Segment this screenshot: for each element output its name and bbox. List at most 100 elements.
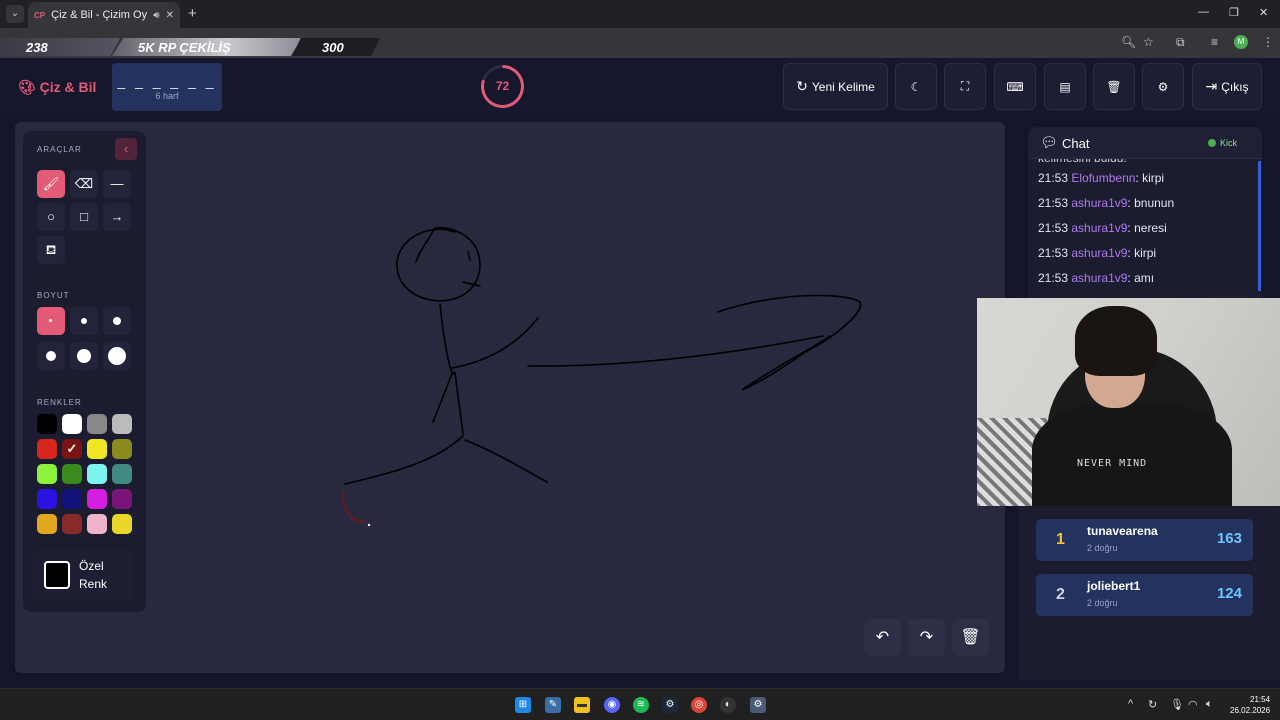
size-4-button[interactable] — [37, 342, 65, 370]
color-swatch[interactable] — [37, 514, 57, 534]
color-swatch[interactable] — [37, 464, 57, 484]
bookmark-star-icon[interactable]: ☆ — [1143, 35, 1154, 49]
color-swatch[interactable] — [62, 414, 82, 434]
dark-mode-button[interactable]: ☾ — [895, 63, 937, 110]
new-tab-button[interactable]: + — [188, 5, 197, 22]
wifi-icon[interactable]: ◠ — [1188, 698, 1198, 711]
tray-sync-icon[interactable]: ↻ — [1148, 698, 1157, 711]
stroke-leg-left — [344, 435, 464, 485]
steam-icon[interactable]: ⚙︎ — [662, 697, 678, 713]
browser-tab[interactable]: CP Çiz & Bil - Çizim Oyunu 🔊︎ ✕ — [28, 2, 180, 28]
volume-icon[interactable]: 🔈︎ — [1206, 698, 1213, 711]
chat-username[interactable]: ashura1v9 — [1071, 196, 1127, 210]
tab-close-icon[interactable]: ✕ — [166, 10, 174, 21]
collapse-panel-button[interactable]: ‹ — [115, 138, 137, 160]
color-swatch[interactable] — [37, 489, 57, 509]
speaker-icon[interactable]: 🔊︎ — [153, 10, 159, 21]
discord-icon[interactable]: ◉ — [604, 697, 620, 713]
size-2-button[interactable] — [70, 307, 98, 335]
color-swatch[interactable] — [62, 489, 82, 509]
arrow-tool-button[interactable]: → — [103, 203, 131, 231]
fullscreen-button[interactable]: ⛶ — [944, 63, 986, 110]
browser-tab-bar: ⌄ CP Çiz & Bil - Çizim Oyunu 🔊︎ ✕ + — ❐ … — [0, 0, 1280, 28]
chat-messages[interactable]: kelimesini buldu! 21:53 Elofumbenn: kirp… — [1038, 151, 1258, 296]
fullscreen-icon: ⛶ — [960, 79, 970, 93]
overlay-left-value: 238 — [26, 40, 48, 55]
chat-username[interactable]: ashura1v9 — [1071, 246, 1127, 260]
color-swatch[interactable] — [87, 464, 107, 484]
undo-button[interactable]: ↶ — [864, 619, 901, 656]
tray-chevron-icon[interactable]: ^ — [1128, 698, 1133, 710]
color-swatch[interactable] — [112, 489, 132, 509]
reading-list-icon[interactable]: ≡ — [1211, 35, 1218, 49]
delete-button[interactable]: 🗑︎ — [1093, 63, 1135, 110]
color-swatch[interactable] — [87, 414, 107, 434]
eraser-tool-button[interactable]: ⌫ — [70, 170, 98, 198]
custom-color-picker[interactable]: Özel Renk — [33, 549, 133, 601]
stroke-arm-left — [432, 373, 453, 423]
brush-tool-button[interactable]: 🖌︎ — [37, 170, 65, 198]
tab-list-button[interactable]: ⌄ — [6, 5, 24, 23]
chat-time: 21:53 — [1038, 271, 1069, 285]
redo-button[interactable]: ↷ — [908, 619, 945, 656]
color-swatch[interactable] — [37, 414, 57, 434]
circle-tool-button[interactable]: ○ — [37, 203, 65, 231]
zoom-icon[interactable]: 🔍︎ — [1121, 35, 1136, 49]
gear-icon: ⚙︎ — [1157, 79, 1169, 94]
size-6-button[interactable] — [103, 342, 131, 370]
restore-icon[interactable]: ❐ — [1229, 6, 1239, 19]
color-swatch[interactable] — [62, 514, 82, 534]
browser-menu-icon[interactable]: ⋮ — [1262, 35, 1274, 49]
color-swatch[interactable] — [112, 514, 132, 534]
chat-text: : kirpi — [1127, 246, 1157, 260]
file-explorer-icon[interactable]: ▬ — [574, 697, 590, 713]
color-swatch[interactable] — [112, 439, 132, 459]
leaderboard-rank: 2 — [1056, 586, 1065, 603]
spotify-icon[interactable]: ≋ — [633, 697, 649, 713]
chat-scrollbar[interactable] — [1258, 161, 1261, 291]
rectangle-tool-button[interactable]: □ — [70, 203, 98, 231]
clear-canvas-button[interactable]: 🗑︎ — [952, 619, 989, 656]
fill-tool-button[interactable]: ⛾ — [37, 236, 65, 264]
color-swatch[interactable] — [112, 464, 132, 484]
color-swatch[interactable] — [37, 439, 57, 459]
chrome-icon[interactable]: ◎ — [691, 697, 707, 713]
brand-logo[interactable]: 🎨︎ Çiz & Bil — [18, 79, 96, 96]
taskbar-clock[interactable]: 21:54 26.02.2026 — [1230, 694, 1270, 716]
logout-button[interactable]: ⇥ Çıkış — [1192, 63, 1262, 110]
color-swatch[interactable]: ✓ — [62, 439, 82, 459]
chat-username[interactable]: Elofumbenn — [1071, 171, 1135, 185]
size-3-button[interactable] — [103, 307, 131, 335]
color-swatch[interactable] — [62, 464, 82, 484]
comments-icon: 💬︎ — [1040, 134, 1058, 150]
line-tool-button[interactable]: — — [103, 170, 131, 198]
extensions-icon[interactable]: ⧉ — [1176, 35, 1185, 50]
webcam-person-hair — [1075, 306, 1157, 376]
leaderboard-score: 124 — [1216, 585, 1242, 602]
trash-icon: 🗑︎ — [960, 629, 981, 646]
settings-app-icon[interactable]: ⚙︎ — [750, 697, 766, 713]
size-dot — [46, 351, 56, 361]
microphone-icon[interactable]: 🎙︎ — [1170, 698, 1184, 711]
stroke-red — [342, 491, 366, 523]
chat-username[interactable]: ashura1v9 — [1071, 221, 1127, 235]
color-swatch[interactable] — [87, 489, 107, 509]
size-5-button[interactable] — [70, 342, 98, 370]
new-word-button[interactable]: ↻ Yeni Kelime — [783, 63, 888, 110]
color-swatch[interactable] — [87, 514, 107, 534]
windows-start-icon[interactable]: ⊞ — [515, 697, 531, 713]
color-swatch[interactable] — [112, 414, 132, 434]
obs-icon[interactable]: ◐ — [720, 697, 736, 713]
settings-button[interactable]: ⚙︎ — [1142, 63, 1184, 110]
drawing-canvas[interactable] — [15, 122, 1005, 673]
size-1-button[interactable] — [37, 307, 65, 335]
profile-avatar[interactable]: M — [1234, 35, 1248, 49]
leaderboard-correct-count: 2 doğru — [1087, 543, 1118, 553]
keyboard-button[interactable]: ⌨︎ — [994, 63, 1036, 110]
window-close-icon[interactable]: ✕ — [1259, 6, 1268, 19]
chat-username[interactable]: ashura1v9 — [1071, 271, 1127, 285]
app-icon[interactable]: ✎ — [545, 697, 561, 713]
minimize-icon[interactable]: — — [1198, 6, 1209, 18]
archive-button[interactable]: ▤ — [1044, 63, 1086, 110]
color-swatch[interactable] — [87, 439, 107, 459]
